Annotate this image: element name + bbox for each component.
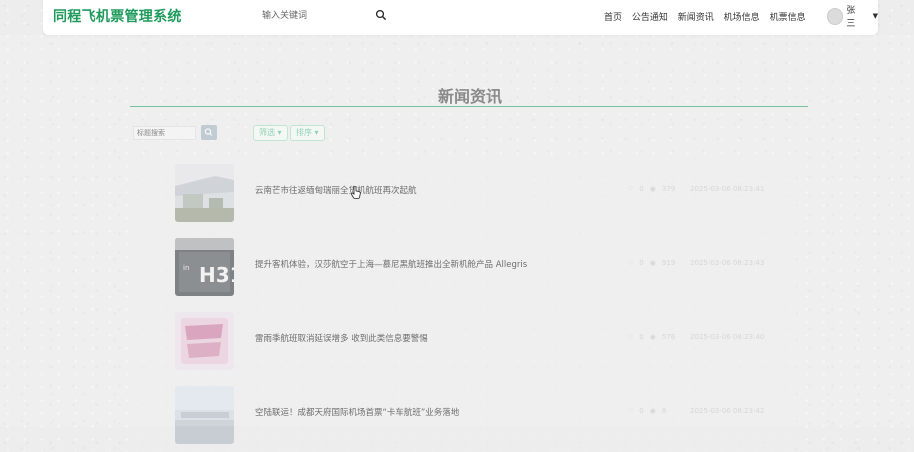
filter-label: 筛选 — [259, 128, 275, 137]
news-date: 2025-03-06 08:23:42 — [690, 407, 765, 415]
like-icon: ♡ — [627, 185, 634, 193]
like-icon: ♡ — [627, 407, 634, 415]
view-icon: ◉ — [649, 407, 656, 415]
news-item[interactable]: 雷雨季航班取消延误增多 收到此类信息要警惕 ♡ 0 ◉ 576 2025-03-06 … — [141, 304, 796, 378]
sort-dropdown-button[interactable]: 排序 ▾ — [290, 125, 325, 141]
sort-label: 排序 — [296, 128, 312, 137]
news-date: 2025-03-06 08:23:43 — [690, 259, 765, 267]
search-input[interactable] — [256, 7, 374, 25]
view-count: 576 — [661, 333, 676, 341]
like-icon: ♡ — [627, 333, 634, 341]
view-count: 8 — [661, 407, 667, 415]
main-nav: 首页 公告通知 新闻资讯 机场信息 机票信息 — [604, 10, 813, 23]
nav-item-tickets[interactable]: 机票信息 — [770, 13, 806, 23]
svg-text:in: in — [183, 264, 189, 272]
news-stats: ♡ 0 ◉ 8 — [627, 407, 672, 415]
news-thumbnail[interactable] — [175, 386, 234, 444]
search-icon[interactable] — [375, 9, 387, 21]
news-thumbnail[interactable]: in H31 — [175, 238, 234, 296]
svg-text:H31: H31 — [199, 263, 234, 287]
news-date: 2025-03-06 08:23:41 — [690, 185, 765, 193]
filter-dropdown-button[interactable]: 筛选 ▾ — [253, 125, 288, 141]
like-count: 0 — [639, 259, 644, 267]
chevron-down-icon: ▾ — [314, 128, 319, 137]
news-thumbnail[interactable] — [175, 164, 234, 222]
view-count: 379 — [661, 185, 676, 193]
like-count: 0 — [639, 185, 644, 193]
news-title[interactable]: 雷雨季航班取消延误增多 收到此类信息要警惕 — [255, 332, 428, 344]
news-thumbnail[interactable] — [175, 312, 234, 370]
nav-item-notices[interactable]: 公告通知 — [632, 13, 668, 23]
news-title[interactable]: 空陆联运！成都天府国际机场首票“卡车航班”业务落地 — [255, 406, 459, 418]
avatar[interactable] — [827, 7, 844, 25]
hand-pointer-icon — [351, 186, 361, 199]
page-title: 新闻资讯 — [437, 87, 502, 106]
view-icon: ◉ — [649, 185, 656, 193]
like-icon: ♡ — [627, 259, 634, 267]
news-date: 2025-03-06 08:23:40 — [690, 333, 765, 341]
nav-item-news[interactable]: 新闻资讯 — [678, 13, 714, 23]
nav-item-home[interactable]: 首页 — [604, 13, 622, 23]
view-icon: ◉ — [649, 259, 656, 267]
like-count: 0 — [639, 333, 644, 341]
top-navbar: 同程飞机票管理系统 首页 公告通知 新闻资讯 机场信息 机票信息 张三 ▼ — [43, 0, 878, 35]
news-item[interactable]: 云南芒市往返缅甸瑞丽全货机航班再次起航 ♡ 0 ◉ 379 2025-03-06 08… — [141, 156, 796, 230]
news-item[interactable]: 空陆联运！成都天府国际机场首票“卡车航班”业务落地 ♡ 0 ◉ 8 2025-03-0… — [141, 378, 796, 452]
like-count: 0 — [639, 407, 644, 415]
news-stats: ♡ 0 ◉ 379 — [627, 185, 681, 193]
chevron-down-icon: ▾ — [277, 128, 282, 137]
nav-item-airports[interactable]: 机场信息 — [724, 13, 760, 23]
news-title[interactable]: 云南芒市往返缅甸瑞丽全货机航班再次起航 — [255, 184, 417, 196]
user-name[interactable]: 张三 — [846, 3, 863, 29]
title-divider — [130, 106, 808, 107]
filter-search-button[interactable] — [201, 125, 217, 140]
news-item[interactable]: in H31 提升客机体验，汉莎航空于上海—慕尼黑航班推出全新机舱产品 Alle… — [141, 230, 796, 304]
view-icon: ◉ — [649, 333, 656, 341]
user-menu[interactable]: 张三 ▼ — [827, 6, 878, 29]
search-icon — [204, 128, 213, 136]
view-count: 919 — [661, 259, 676, 267]
news-list: 云南芒市往返缅甸瑞丽全货机航班再次起航 ♡ 0 ◉ 379 2025-03-06 08… — [141, 156, 796, 452]
caret-down-icon[interactable]: ▼ — [873, 12, 878, 20]
news-stats: ♡ 0 ◉ 576 — [627, 333, 681, 341]
news-title[interactable]: 提升客机体验，汉莎航空于上海—慕尼黑航班推出全新机舱产品 Allegris — [255, 258, 527, 270]
app-logo-title[interactable]: 同程飞机票管理系统 — [53, 6, 182, 26]
title-filter-input[interactable] — [133, 126, 196, 140]
news-stats: ♡ 0 ◉ 919 — [627, 259, 681, 267]
